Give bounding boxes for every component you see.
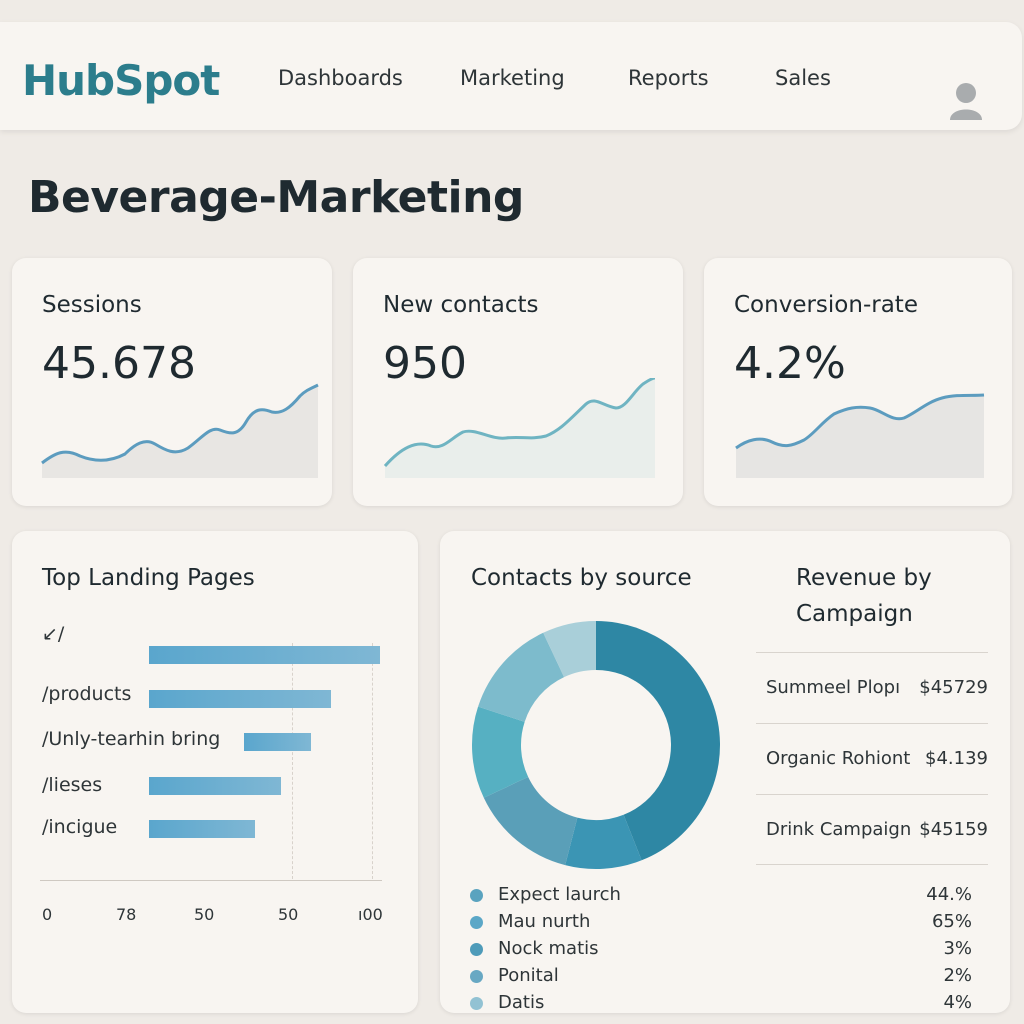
nav-sales[interactable]: Sales	[775, 66, 831, 90]
landing-page-label[interactable]: /incigue	[42, 816, 117, 838]
legend-label[interactable]: Expect laurch	[498, 884, 621, 905]
x-axis-tick-label: 0	[42, 905, 53, 924]
legend-label[interactable]: Nock matis	[498, 938, 599, 959]
legend-label[interactable]: Ponital	[498, 965, 559, 986]
legend-dot	[470, 970, 483, 983]
hubspot-logo[interactable]: HubSpot	[22, 56, 220, 105]
landing-page-bar[interactable]	[244, 733, 311, 751]
revenue-row[interactable]: Summeel Plopı $45729	[756, 652, 988, 723]
campaign-revenue: $4.139	[925, 748, 988, 769]
x-axis-tick-label: 78	[116, 905, 137, 924]
legend-label[interactable]: Datis	[498, 992, 544, 1013]
legend-value: 2%	[943, 965, 972, 986]
legend-dot	[470, 943, 483, 956]
section-title: Contacts by source	[471, 565, 692, 591]
legend-dot	[470, 916, 483, 929]
landing-page-bar[interactable]	[149, 777, 281, 795]
campaign-revenue: $45159	[919, 819, 988, 840]
landing-page-bar[interactable]	[149, 646, 380, 664]
conversion-rate-sparkline	[735, 393, 985, 478]
kpi-label: Sessions	[42, 292, 142, 318]
kpi-label: New contacts	[383, 292, 539, 318]
legend-value: 4%	[943, 992, 972, 1013]
top-navigation-bar: HubSpot Dashboards Marketing Reports Sal…	[0, 22, 1022, 130]
legend-value: 3%	[943, 938, 972, 959]
contacts-revenue-card: Contacts by source Expect laurch 44.% Ma…	[440, 531, 1010, 1013]
nav-reports[interactable]: Reports	[628, 66, 709, 90]
legend-value: 65%	[931, 911, 972, 932]
page-title: Beverage-Marketing	[28, 172, 524, 223]
new-contacts-sparkline	[383, 378, 656, 478]
landing-page-bar[interactable]	[149, 690, 331, 708]
landing-pages-axis	[40, 880, 382, 881]
section-title: Top Landing Pages	[42, 565, 255, 591]
campaign-name: Drink Campaign	[766, 819, 912, 840]
campaign-revenue: $45729	[919, 677, 988, 698]
legend-label[interactable]: Mau nurth	[498, 911, 590, 932]
landing-page-label[interactable]: /products	[42, 683, 131, 705]
user-avatar-icon[interactable]	[948, 80, 984, 122]
kpi-card-sessions[interactable]: Sessions 45.678	[12, 258, 332, 506]
campaign-name: Summeel Plopı	[766, 677, 901, 698]
legend-value: 44.%	[926, 884, 972, 905]
x-axis-tick-label: ı00	[358, 905, 383, 924]
kpi-card-new-contacts[interactable]: New contacts 950	[353, 258, 683, 506]
campaign-name: Organic Rohiont	[766, 748, 911, 769]
revenue-row[interactable]: Drink Campaign $45159	[756, 794, 988, 865]
sessions-sparkline	[41, 383, 319, 478]
x-axis-tick-label: 50	[194, 905, 215, 924]
landing-page-label[interactable]: ↙/	[42, 623, 64, 645]
contacts-by-source-donut[interactable]	[470, 619, 722, 871]
revenue-row[interactable]: Organic Rohiont $4.139	[756, 723, 988, 794]
nav-marketing[interactable]: Marketing	[460, 66, 565, 90]
revenue-title-line2: Campaign	[796, 601, 913, 627]
landing-pages-gridline	[372, 643, 373, 879]
landing-pages-gridline	[292, 643, 293, 879]
landing-page-label[interactable]: /Unly-tearhin bring	[42, 728, 220, 750]
x-axis-tick-label: 50	[278, 905, 299, 924]
kpi-card-conversion-rate[interactable]: Conversion-rate 4.2%	[704, 258, 1012, 506]
top-landing-pages-card: Top Landing Pages ↙/ /products /Unly-tea…	[12, 531, 418, 1013]
kpi-label: Conversion-rate	[734, 292, 918, 318]
landing-page-label[interactable]: /lieses	[42, 774, 102, 796]
revenue-title-line1: Revenue by	[796, 565, 932, 591]
legend-dot	[470, 889, 483, 902]
nav-dashboards[interactable]: Dashboards	[278, 66, 403, 90]
landing-page-bar[interactable]	[149, 820, 255, 838]
legend-dot	[470, 997, 483, 1010]
